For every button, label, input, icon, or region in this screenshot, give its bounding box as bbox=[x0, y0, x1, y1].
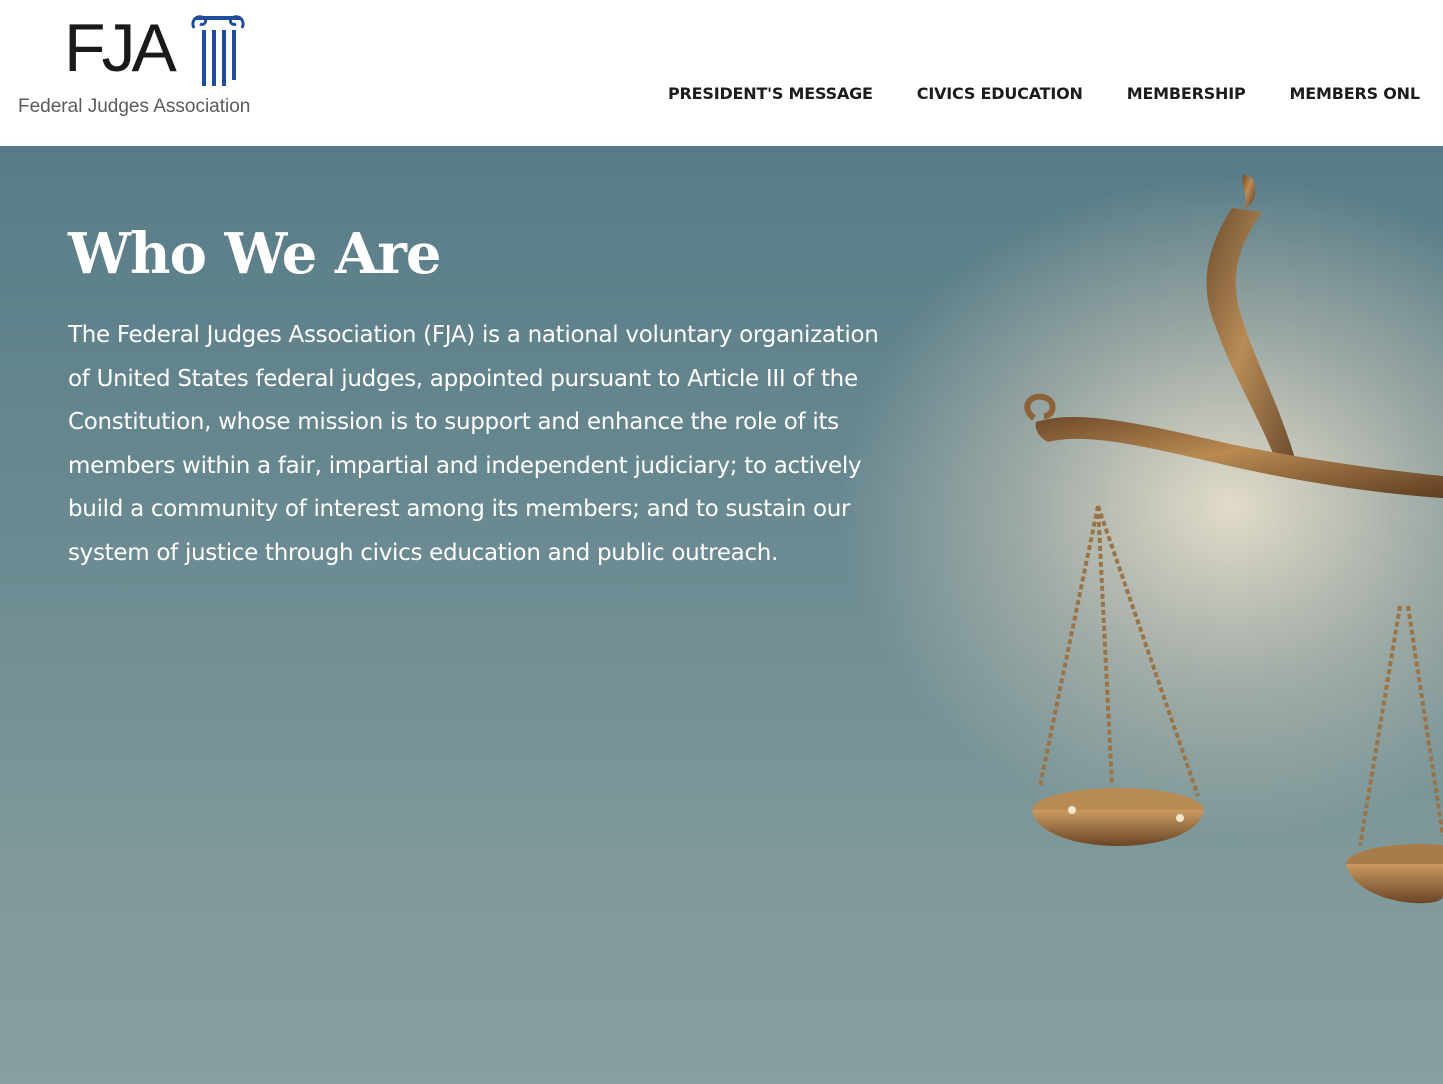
nav-civics-education[interactable]: CIVICS EDUCATION bbox=[917, 84, 1083, 103]
site-header: FJA Federal Judges Association PRESIDENT… bbox=[0, 0, 1443, 146]
nav-presidents-message[interactable]: PRESIDENT'S MESSAGE bbox=[668, 84, 873, 103]
hero-title: Who We Are bbox=[68, 221, 441, 287]
nav-members-only[interactable]: MEMBERS ONL bbox=[1290, 84, 1421, 103]
main-navigation: PRESIDENT'S MESSAGE CIVICS EDUCATION MEM… bbox=[668, 80, 1443, 106]
hero-banner: Who We Are The Federal Judges Associatio… bbox=[0, 146, 1443, 1084]
ionic-column-icon bbox=[191, 15, 245, 86]
logo-mark: FJA bbox=[64, 8, 245, 94]
logo-tagline: Federal Judges Association bbox=[18, 96, 251, 117]
nav-membership[interactable]: MEMBERSHIP bbox=[1127, 84, 1246, 103]
site-logo[interactable]: FJA Federal Judges Association bbox=[18, 8, 278, 128]
logo-letters: FJA bbox=[64, 10, 177, 86]
hero-description: The Federal Judges Association (FJA) is … bbox=[68, 322, 879, 566]
scales-of-justice-image bbox=[1024, 174, 1443, 904]
hero-content: Who We Are The Federal Judges Associatio… bbox=[68, 216, 908, 575]
